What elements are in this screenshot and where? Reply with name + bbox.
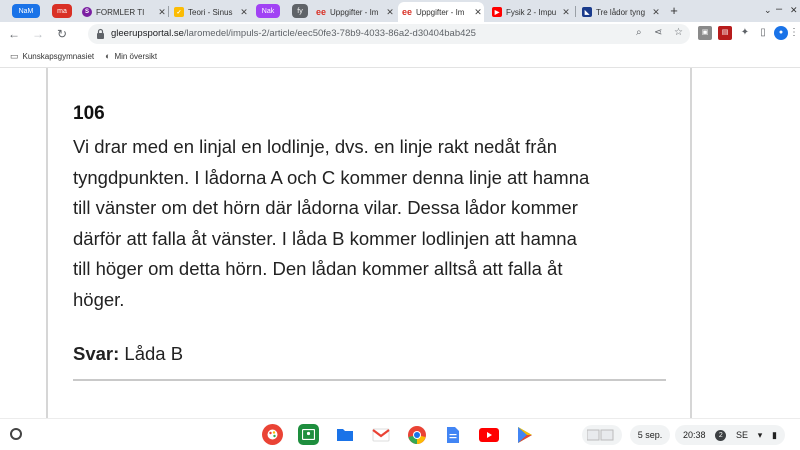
os-shelf: 5 sep. 20:38 2 SE ▾ ▮ — [0, 418, 800, 450]
forward-icon[interactable]: → — [30, 26, 46, 42]
extension-icon[interactable]: ▤ — [718, 26, 732, 40]
bookmarks-bar: ▭ Kunskapsgymnasiet ◐ Min översikt — [0, 46, 800, 68]
ime-locale: SE — [736, 430, 749, 440]
tab-strip: NaM ma S FORMLER TI ✕ ✓ Teori - Sinus ✕ … — [0, 0, 800, 22]
classroom-app-icon[interactable] — [298, 424, 319, 445]
bookmark-star-icon[interactable]: ☆ — [674, 27, 683, 38]
tab-group-fy[interactable]: fy — [292, 4, 308, 18]
problem-number: 106 — [73, 103, 105, 124]
side-panel-icon[interactable]: ▯ — [756, 26, 770, 40]
ee-icon: ee — [402, 7, 413, 17]
divider — [73, 379, 666, 381]
status-tray[interactable]: 20:38 2 SE ▾ ▮ — [675, 425, 785, 445]
url-text: gleerupsportal.se/laromedel/impuls-2/art… — [111, 28, 476, 39]
lock-icon[interactable] — [96, 28, 105, 40]
article-content: 106 Vi drar med en linjal en lodlinje, d… — [0, 68, 800, 418]
tab-teori[interactable]: ✓ Teori - Sinus ✕ — [170, 2, 250, 22]
solution-line: till vänster om det hörn där lådorna vil… — [73, 197, 578, 218]
tab-group-label: fy — [297, 7, 303, 15]
answer-value: Låda B — [124, 343, 184, 364]
new-tab-button[interactable]: + — [667, 2, 681, 20]
tab-title: Tre lådor tyng — [596, 7, 646, 17]
tab-title: Teori - Sinus — [188, 7, 233, 17]
youtube-icon: ▶ — [492, 7, 502, 17]
tab-title: Uppgifter - Im — [330, 7, 379, 17]
battery-icon: ▮ — [772, 429, 777, 440]
zoom-icon[interactable]: ⌕ — [636, 27, 642, 38]
extensions-puzzle-icon[interactable]: ✦ — [738, 26, 752, 40]
ee-icon: ee — [316, 7, 327, 17]
bookmark-kunskapsgymnasiet[interactable]: ▭ Kunskapsgymnasiet — [10, 51, 94, 62]
answer-label: Svar: — [73, 343, 120, 364]
close-icon[interactable]: ✕ — [238, 7, 250, 18]
close-icon[interactable]: ✕ — [650, 7, 662, 18]
back-icon[interactable]: ← — [6, 26, 22, 42]
tab-group-nam[interactable]: NaM — [12, 4, 40, 18]
date-text: 5 sep. — [637, 430, 663, 440]
docs-app-icon[interactable] — [442, 424, 463, 445]
tab-tre-ladar[interactable]: ◣ Tre lådor tyng ✕ — [578, 2, 662, 22]
close-icon[interactable]: ✕ — [384, 7, 396, 18]
solution-line: höger. — [73, 288, 125, 310]
site-icon: ◣ — [582, 7, 592, 17]
gmail-app-icon[interactable] — [370, 424, 391, 445]
launcher-icon[interactable] — [10, 428, 22, 440]
notification-badge: 2 — [715, 429, 727, 441]
clock-text: 20:38 — [683, 430, 706, 440]
tab-group-nak[interactable]: Nak — [256, 4, 280, 18]
share-icon[interactable]: ⋖ — [654, 27, 662, 38]
url-path: /laromedel/impuls-2/article/eec50fe3-78b… — [183, 28, 476, 39]
solution-line: till höger om detta hörn. Den lådan komm… — [73, 258, 563, 279]
tab-uppgifter[interactable]: ee Uppgifter - Im ✕ — [312, 2, 396, 22]
tab-group-label: NaM — [18, 7, 34, 15]
close-icon[interactable]: ✕ — [156, 7, 168, 18]
solution-line: därför att falla åt vänster. I låda B ko… — [73, 227, 577, 249]
menu-icon[interactable]: ⋮ — [789, 26, 799, 40]
youtube-app-icon[interactable] — [478, 424, 499, 445]
tab-fysik[interactable]: ▶ Fysik 2 - Impu ✕ — [488, 2, 572, 22]
solution-line: tyngdpunkten. I lådorna A och C kommer d… — [73, 166, 590, 188]
close-icon[interactable]: ✕ — [472, 7, 484, 18]
solution-line: Vi drar med en linjal en lodlinje, dvs. … — [73, 136, 558, 157]
tab-title: Fysik 2 - Impu — [506, 7, 557, 17]
tab-title: Uppgifter - Im — [416, 7, 465, 17]
play-store-app-icon[interactable] — [514, 424, 535, 445]
wifi-icon: ▾ — [757, 429, 763, 440]
tab-title: FORMLER TI — [96, 7, 145, 17]
close-window-icon[interactable]: ✕ — [790, 5, 798, 16]
content-border-left — [46, 68, 48, 418]
canvas-app-icon[interactable] — [262, 424, 283, 445]
date-tray[interactable]: 5 sep. — [630, 425, 670, 445]
tab-group-label: ma — [57, 7, 67, 15]
tab-group-label: Nak — [261, 7, 275, 15]
answer: Svar: Låda B — [73, 343, 183, 365]
site-icon: S — [82, 7, 92, 17]
bookmark-label: Kunskapsgymnasiet — [22, 52, 95, 61]
chrome-app-icon[interactable] — [406, 424, 427, 445]
url-host: gleerupsportal.se — [111, 28, 184, 39]
avatar[interactable]: ● — [774, 26, 788, 40]
solution-text: Vi drar med en linjal en lodlinje, dvs. … — [73, 132, 673, 315]
extension-icon[interactable]: ▣ — [698, 26, 712, 40]
tab-formler[interactable]: S FORMLER TI ✕ — [78, 2, 168, 22]
files-app-icon[interactable] — [334, 424, 355, 445]
tab-search-icon[interactable]: ⌄ — [764, 5, 772, 16]
site-icon: ◐ — [105, 51, 111, 61]
tab-group-ma[interactable]: ma — [52, 4, 72, 18]
tab-uppgifter-active[interactable]: ee Uppgifter - Im ✕ — [398, 2, 484, 22]
toolbar: ← → ↻ gleerupsportal.se/laromedel/impuls… — [0, 22, 800, 46]
bookmark-label: Min översikt — [114, 51, 158, 61]
folder-icon: ▭ — [10, 51, 19, 61]
minimize-icon[interactable]: – — [776, 3, 782, 15]
bookmark-min-oversikt[interactable]: ◐ Min översikt — [105, 51, 157, 61]
reload-icon[interactable]: ↻ — [54, 26, 70, 42]
site-icon: ✓ — [174, 7, 184, 17]
close-icon[interactable]: ✕ — [560, 7, 572, 18]
tote-holding-space[interactable] — [582, 425, 622, 445]
address-bar[interactable]: gleerupsportal.se/laromedel/impuls-2/art… — [88, 24, 690, 44]
content-border-right — [690, 68, 692, 418]
